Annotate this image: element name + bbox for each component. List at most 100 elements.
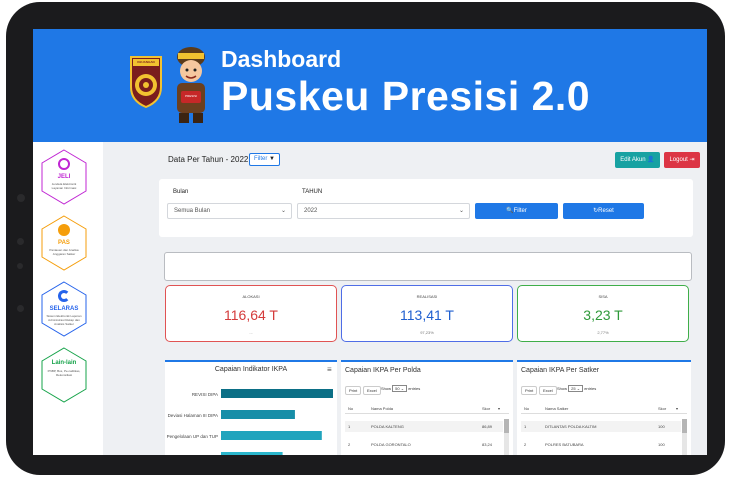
sidebar-item-label: SELARAS: [49, 306, 79, 312]
row-name: DITLANTAS POLDA KALTIM: [545, 424, 597, 429]
excel-button[interactable]: Excel: [539, 386, 557, 395]
sidebar-item-label: JELI: [57, 174, 71, 180]
ikpa-bar[interactable]: [221, 410, 295, 419]
app-title: Puskeu Presisi 2.0: [221, 73, 591, 119]
entries-select[interactable]: 25 ⌄: [568, 385, 584, 392]
ikpa-chart-panel: Capaian Indikator IKPA ≡ REVISI DIPA Devi…: [165, 360, 337, 455]
sidebar-item-jeli[interactable]: JELI Jendela Elektronik Layanan Informas…: [39, 148, 89, 206]
table-header[interactable]: No Nama Satker Skor ▾: [521, 403, 687, 414]
sidebar-item-selaras[interactable]: SELARAS Sistem Elektronik Laporan Admini…: [39, 280, 89, 338]
apply-filter-label: Filter: [513, 208, 527, 214]
print-label: Print: [525, 388, 534, 393]
satker-table-title: Capaian IKPA Per Satker: [521, 367, 600, 374]
row-name: POLDA KALTENG: [371, 424, 404, 429]
stat-percent: 97,23%: [420, 330, 434, 335]
ikpa-bar[interactable]: [221, 431, 322, 440]
ikpa-bar[interactable]: [221, 452, 283, 455]
print-label: Print: [349, 388, 358, 393]
logout-icon: ⇥: [689, 157, 695, 163]
stat-value: 3,23 T: [583, 307, 623, 323]
print-button[interactable]: Print: [345, 386, 362, 395]
reset-button[interactable]: ↻Reset: [563, 203, 644, 219]
bulan-select[interactable]: Semua Bulan ⌄: [167, 203, 292, 219]
stat-label: REALISASI: [416, 294, 438, 299]
excel-label: Excel: [543, 388, 553, 393]
sidebar-item-label: PAS: [58, 240, 70, 246]
ikpa-bar[interactable]: [221, 389, 333, 398]
edit-account-label: Edit Akun: [620, 157, 646, 163]
bulan-label: Bulan: [173, 189, 189, 195]
apply-filter-button[interactable]: 🔍Filter: [475, 203, 558, 219]
show-label: Show: [557, 386, 568, 391]
row-score: 86,89: [482, 424, 493, 429]
table-scrollbar[interactable]: [682, 419, 687, 455]
edit-account-button[interactable]: Edit Akun 👤: [615, 152, 660, 168]
table-header[interactable]: No Nama Polda Skor ▾: [345, 403, 509, 414]
entries-label: entries: [408, 386, 421, 391]
stat-label: SISA: [598, 294, 608, 299]
print-button[interactable]: Print: [521, 386, 538, 395]
table-row[interactable]: 1 POLDA KALTENG 86,89: [345, 421, 503, 432]
tahun-label: TAHUN: [302, 189, 323, 195]
tablet-button: [17, 305, 24, 312]
polda-table-title: Capaian IKPA Per Polda: [345, 367, 421, 374]
entries-select[interactable]: 50 ⌄: [392, 385, 408, 392]
entries-control: Show 50 ⌄ entries: [381, 385, 420, 392]
row-name: POLRES BATUBARA: [545, 442, 584, 447]
reset-label: Reset: [598, 208, 614, 214]
table-scrollbar[interactable]: [504, 419, 509, 455]
mascot-badge: PRESISI: [185, 94, 197, 98]
stat-label: ALOKASI: [242, 294, 260, 299]
filter-toggle-button[interactable]: Filter ▼: [249, 153, 280, 166]
stat-value: 113,41 T: [400, 307, 454, 323]
ikpa-chart-title: Capaian Indikator IKPA: [214, 366, 288, 373]
column-header: No: [524, 406, 530, 411]
sidebar-item-lain-lain[interactable]: Lain-lain PNBP, Bos, Pe-nalitikas, Rekon…: [39, 346, 89, 404]
table-row[interactable]: 1 DITLANTAS POLDA KALTIM 100: [521, 421, 681, 432]
logout-button[interactable]: Logout ⇥: [664, 152, 700, 168]
entries-control: Show 25 ⌄ entries: [557, 385, 596, 392]
column-header: Skor: [482, 406, 491, 411]
stat-percent: 2,77%: [597, 330, 609, 335]
tablet-button: [17, 238, 24, 245]
user-edit-icon: 👤: [647, 157, 655, 163]
sidebar: JELI Jendela Elektronik Layanan Informas…: [33, 142, 103, 455]
table-row[interactable]: 2 POLDA GORONTALO 83,24: [345, 439, 503, 450]
chevron-down-icon: ⌄: [280, 208, 286, 214]
tablet-button: [17, 263, 23, 269]
entries-value: 50: [395, 386, 400, 391]
ikpa-category-label: Pengelolaan UP dan TUP: [167, 434, 218, 439]
sidebar-item-desc: Jendela Elektronik Layanan Informasi: [51, 182, 77, 190]
sort-icon: ▾: [676, 406, 679, 411]
stat-percent: ...: [249, 330, 253, 335]
logo-text: KEUANGAN: [137, 60, 155, 64]
row-score: 83,24: [482, 442, 493, 447]
row-no: 1: [348, 424, 351, 429]
selaras-icon: [58, 290, 70, 302]
caret-down-icon: ▼: [269, 156, 275, 162]
column-header: Nama Satker: [545, 406, 569, 411]
filter-toggle-label: Filter: [254, 156, 268, 162]
screen: KEUANGAN PRESISI Dashboard Puskeu Presis…: [33, 29, 707, 455]
sidebar-item-desc: Sistem Elektronik Laporan Administrasi R…: [46, 314, 82, 326]
row-no: 1: [524, 424, 527, 429]
notification-bar: [164, 252, 692, 281]
stat-value: 116,64 T: [224, 307, 278, 323]
sidebar-item-pas[interactable]: PAS Pantauan dan Analisa Anggaran Satker: [39, 214, 89, 272]
dashboard-heading: Dashboard: [221, 46, 342, 72]
row-no: 2: [524, 442, 527, 447]
hamburger-icon[interactable]: ≡: [327, 365, 332, 374]
bulan-select-value: Semua Bulan: [174, 208, 211, 214]
row-name: POLDA GORONTALO: [371, 442, 411, 447]
header-banner: KEUANGAN PRESISI Dashboard Puskeu Presis…: [33, 29, 707, 142]
excel-button[interactable]: Excel: [363, 386, 381, 395]
row-score: 100: [658, 424, 665, 429]
tahun-select[interactable]: 2022 ⌄: [297, 203, 470, 219]
satker-table-panel: Capaian IKPA Per Satker Print Excel Show…: [517, 360, 691, 455]
column-header: Nama Polda: [371, 406, 394, 411]
stat-realisasi: REALISASI 113,41 T 97,23%: [341, 285, 513, 342]
table-row[interactable]: 2 POLRES BATUBARA 100: [521, 439, 681, 450]
sidebar-item-desc: PNBP, Bos, Pe-nalitikas, Rekonsiliasi: [47, 369, 81, 377]
sort-icon: ▾: [498, 406, 501, 411]
chevron-down-icon: ⌄: [458, 208, 464, 214]
